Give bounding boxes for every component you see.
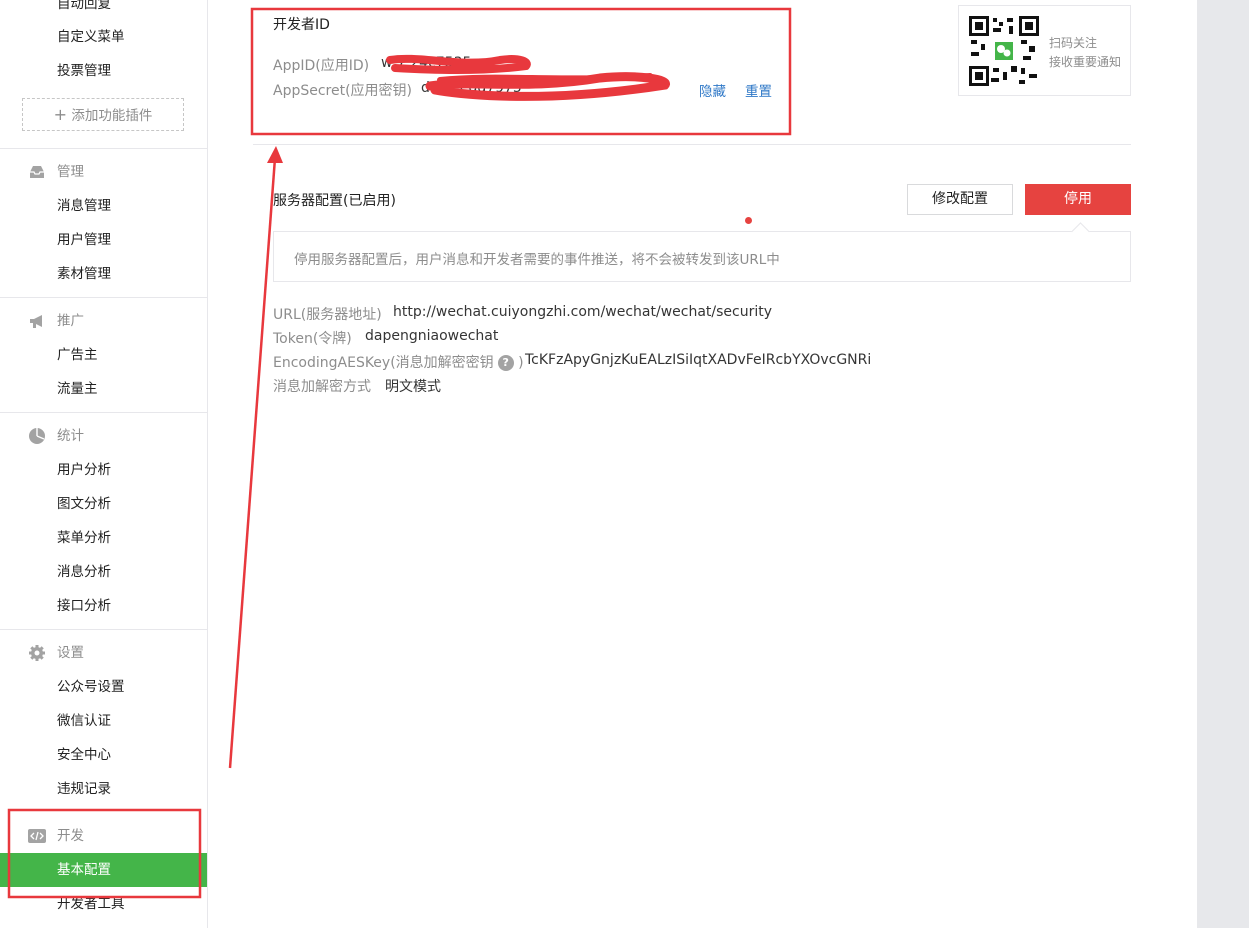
appid-label: AppID(应用ID) <box>273 58 370 74</box>
plus-icon: + <box>53 105 68 124</box>
section-settings-title: 设置 <box>57 645 84 661</box>
aes-key-label-close: ) <box>518 355 524 371</box>
sidebar-item-vote[interactable]: 投票管理 <box>0 54 207 88</box>
reset-secret-link[interactable]: 重置 <box>745 80 772 100</box>
token-label: Token(令牌) <box>273 331 352 347</box>
qr-notice-card: 扫码关注 接收重要通知 <box>958 5 1131 96</box>
annotation-arrow-shaft <box>228 157 277 769</box>
add-plugin-label: 添加功能插件 <box>71 108 153 124</box>
sidebar-item-messages[interactable]: 消息管理 <box>0 189 207 223</box>
appsecret-label: AppSecret(应用密钥) <box>273 83 413 99</box>
sidebar-item-security-center[interactable]: 安全中心 <box>0 738 207 772</box>
sidebar-item-basic-config[interactable]: 基本配置 <box>0 853 207 887</box>
modify-config-button[interactable]: 修改配置 <box>907 184 1013 215</box>
sidebar-item-dev-tools[interactable]: 开发者工具 <box>0 887 207 921</box>
appsecret-value: d5 bcedd7975 <box>421 80 522 96</box>
code-icon <box>28 829 46 843</box>
divider <box>0 297 207 298</box>
pie-chart-icon <box>29 428 45 444</box>
server-config-title: 服务器配置(已启用) <box>273 193 396 209</box>
megaphone-icon <box>30 315 42 328</box>
divider <box>0 148 207 149</box>
section-manage-title: 管理 <box>57 164 84 180</box>
gear-icon <box>29 645 45 661</box>
disable-tip-text: 停用服务器配置后，用户消息和开发者需要的事件推送，将不会被转发到该URL中 <box>294 252 780 268</box>
sidebar-item-violations[interactable]: 违规记录 <box>0 772 207 806</box>
qr-code-icon <box>969 16 1039 86</box>
inbox-icon <box>30 166 44 178</box>
section-manage: 管理 <box>0 155 207 189</box>
section-stats: 统计 <box>0 419 207 453</box>
sidebar: 自动回复 自定义菜单 投票管理 + 添加功能插件 管理 消息管理 用户管理 素材… <box>0 0 208 928</box>
disable-tip-box: 停用服务器配置后，用户消息和开发者需要的事件推送，将不会被转发到该URL中 <box>273 222 1131 282</box>
sidebar-item-menu-analysis[interactable]: 菜单分析 <box>0 521 207 555</box>
annotation-arrow-head <box>267 146 283 163</box>
annotation-dot <box>745 217 752 224</box>
sidebar-item-advertiser[interactable]: 广告主 <box>0 338 207 372</box>
sidebar-item-materials[interactable]: 素材管理 <box>0 257 207 291</box>
qr-text-line2: 接收重要通知 <box>1049 55 1122 69</box>
add-plugin-button[interactable]: + 添加功能插件 <box>22 98 184 131</box>
section-develop: 开发 <box>0 819 207 853</box>
sidebar-item-publisher[interactable]: 流量主 <box>0 372 207 406</box>
section-develop-title: 开发 <box>57 828 84 844</box>
disable-button[interactable]: 停用 <box>1025 184 1131 215</box>
sidebar-item-custom-menu[interactable]: 自定义菜单 <box>0 20 207 54</box>
sidebar-item-users[interactable]: 用户管理 <box>0 223 207 257</box>
url-label: URL(服务器地址) <box>273 307 382 323</box>
divider <box>0 629 207 630</box>
sidebar-item-account-settings[interactable]: 公众号设置 <box>0 670 207 704</box>
section-promote: 推广 <box>0 304 207 338</box>
divider <box>0 412 207 413</box>
hide-secret-link[interactable]: 隐藏 <box>699 80 726 100</box>
aes-key-value: TcKFzApyGnjzKuEALzISiIqtXADvFeIRcbYXOvcG… <box>525 352 872 368</box>
section-settings: 设置 <box>0 636 207 670</box>
section-promote-title: 推广 <box>57 313 84 329</box>
developer-id-title: 开发者ID <box>273 17 330 33</box>
aes-key-label: EncodingAESKey(消息加解密密钥? ) <box>273 352 524 372</box>
token-value: dapengniaowechat <box>365 328 499 344</box>
qr-text-line1: 扫码关注 <box>1049 36 1098 50</box>
right-gutter <box>1197 0 1249 928</box>
aes-key-label-text: EncodingAESKey(消息加解密密钥 <box>273 355 494 371</box>
sidebar-item-message-analysis[interactable]: 消息分析 <box>0 555 207 589</box>
section-divider <box>253 144 1131 145</box>
url-value: http://wechat.cuiyongzhi.com/wechat/wech… <box>393 304 773 320</box>
sidebar-item-wechat-verify[interactable]: 微信认证 <box>0 704 207 738</box>
sidebar-item-api-analysis[interactable]: 接口分析 <box>0 589 207 623</box>
section-stats-title: 统计 <box>57 428 84 444</box>
sidebar-item-user-analysis[interactable]: 用户分析 <box>0 453 207 487</box>
encrypt-mode-value: 明文模式 <box>385 379 441 395</box>
encrypt-mode-label: 消息加解密方式 <box>273 379 371 395</box>
tip-arrow <box>1071 222 1090 241</box>
help-icon[interactable]: ? <box>497 355 514 371</box>
sidebar-item-auto-reply[interactable]: 自动回复 <box>0 0 207 21</box>
appid-value: w 7 24c7535 <box>381 55 472 71</box>
sidebar-item-article-analysis[interactable]: 图文分析 <box>0 487 207 521</box>
